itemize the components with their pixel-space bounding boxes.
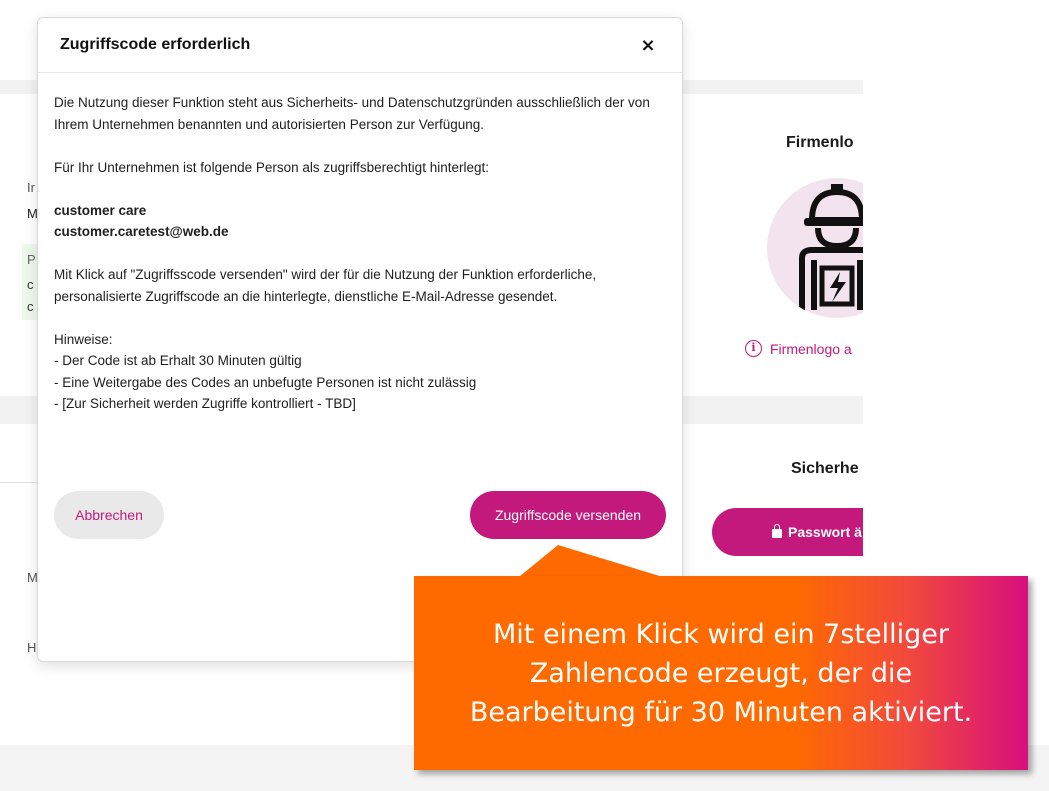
company-logo-hint-text: Firmenlogo a — [770, 340, 852, 357]
access-code-modal: Zugriffscode erforderlich × Die Nutzung … — [37, 17, 683, 662]
modal-body: Die Nutzung dieser Funktion steht aus Si… — [38, 73, 682, 415]
modal-header: Zugriffscode erforderlich × — [38, 18, 682, 73]
background-divider — [0, 482, 40, 483]
notes-title: Hinweise: — [54, 331, 113, 347]
authorized-person-name: customer care — [54, 202, 147, 218]
send-access-code-button[interactable]: Zugriffscode versenden — [470, 491, 666, 539]
info-icon: i — [745, 340, 762, 357]
modal-title: Zugriffscode erforderlich — [60, 36, 251, 53]
cancel-button[interactable]: Abbrechen — [54, 491, 164, 539]
change-password-label: Passwort ä — [788, 524, 862, 540]
background-field-label: H — [27, 640, 37, 655]
authorized-person-email: customer.caretest@web.de — [54, 224, 229, 239]
annotation-callout: Mit einem Klick wird ein 7stelliger Zahl… — [414, 576, 1028, 770]
close-icon[interactable]: × — [636, 33, 660, 57]
callout-text: Mit einem Klick wird ein 7stelliger Zahl… — [469, 618, 973, 728]
note-item: - [Zur Sicherheit werden Zugriffe kontro… — [54, 396, 356, 411]
modal-explanation-text: Mit Klick auf "Zugriffsscode versenden" … — [54, 267, 597, 304]
company-logo-card-title: Firmenlo — [786, 134, 854, 151]
modal-person-intro-text: Für Ihr Unternehmen ist folgende Person … — [54, 159, 489, 175]
background-field-value: c — [27, 299, 34, 314]
modal-intro-text: Die Nutzung dieser Funktion steht aus Si… — [54, 95, 650, 132]
background-field-label: P — [27, 252, 36, 267]
lock-icon — [772, 524, 782, 538]
note-item: - Der Code ist ab Erhalt 30 Minuten gült… — [54, 353, 302, 368]
background-field-value: c — [27, 277, 34, 292]
background-field-label: Ir — [27, 180, 35, 195]
note-item: - Eine Weitergabe des Codes an unbefugte… — [54, 374, 477, 390]
company-logo-hint: i Firmenlogo a — [745, 340, 852, 357]
security-card-title: Sicherhe — [791, 460, 859, 477]
